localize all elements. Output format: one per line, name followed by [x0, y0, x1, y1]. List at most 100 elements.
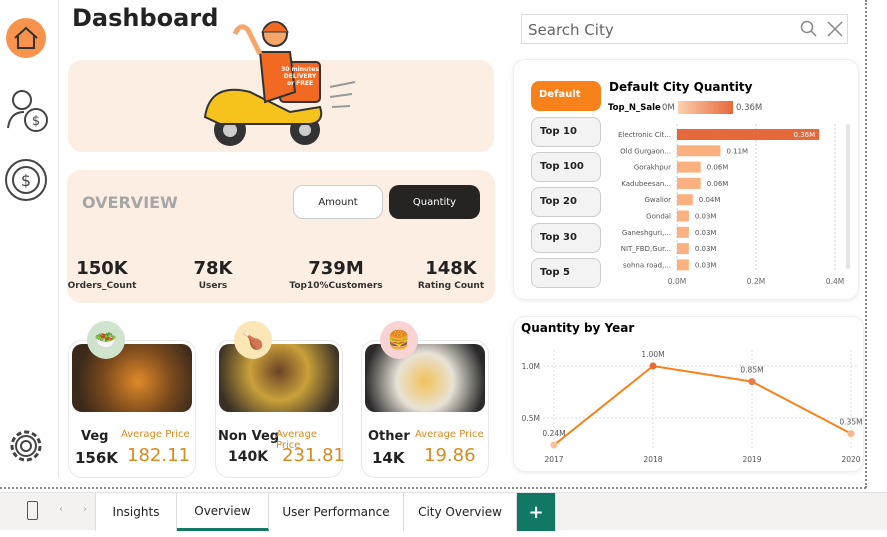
bar-data-label: 0.06M	[707, 180, 729, 188]
bar	[677, 194, 693, 206]
bar-data-label: 0.03M	[695, 261, 717, 269]
bar-category-label: NIT_FBD,Gur...	[621, 245, 671, 253]
bar-data-label: 0.36M	[794, 131, 816, 139]
search-placeholder: Search City	[528, 21, 614, 39]
bar-category-label: Electronic Cit...	[618, 131, 671, 139]
bar-data-label: 0.11M	[726, 147, 748, 155]
amount-button[interactable]: Amount	[293, 185, 383, 219]
bar	[677, 161, 701, 173]
search-icon[interactable]	[800, 20, 818, 42]
salad-icon: 🥗	[87, 321, 125, 359]
bar-chart-scrollbar[interactable]	[846, 124, 850, 269]
veg-card: 🥗 Veg 156K Average Price 182.11	[68, 321, 196, 478]
x-tick-label: 0.4M	[826, 277, 844, 286]
x-tick-label: 0.2M	[747, 277, 765, 286]
other-card: 🍔 Other 14K Average Price 19.86	[361, 321, 489, 478]
dollar-circle-icon[interactable]: $	[4, 158, 48, 206]
svg-text:$: $	[32, 114, 40, 129]
tab-city-overview[interactable]: City Overview	[404, 493, 517, 531]
data-label: 0.85M	[740, 366, 763, 375]
top-10-button[interactable]: Top 10	[531, 117, 601, 147]
veg-name: Veg	[81, 429, 109, 444]
bar	[677, 145, 721, 157]
y-tick-label: 1.0M	[522, 362, 540, 371]
other-food-image	[365, 344, 485, 412]
data-point	[550, 441, 558, 449]
top-100-button[interactable]: Top 100	[531, 152, 601, 182]
bar-data-label: 0.03M	[695, 213, 717, 221]
overview-panel: OVERVIEW Amount Quantity 150K Orders_Coun…	[67, 170, 495, 303]
kpi-orders-count: 150K Orders_Count	[67, 258, 137, 291]
non-veg-count: 140K	[228, 449, 269, 465]
non-veg-card: 🍗 Non Veg 140K Average Price 231.81	[215, 321, 345, 478]
add-page-button[interactable]: +	[517, 493, 556, 531]
delivery-box-sign: 30 minutes DELIVERY or FREE	[281, 66, 319, 87]
user-dollar-icon[interactable]: $	[6, 88, 50, 138]
bar	[677, 226, 689, 238]
top-30-button[interactable]: Top 30	[531, 223, 601, 253]
bar-chart-title: Default City Quantity	[609, 80, 753, 94]
top-default-button[interactable]: Default	[531, 81, 601, 111]
legend-min: 0M	[662, 103, 675, 113]
quantity-button[interactable]: Quantity	[389, 185, 480, 219]
clear-icon[interactable]	[826, 20, 844, 42]
other-name: Other	[368, 429, 410, 444]
bar-data-label: 0.03M	[695, 229, 717, 237]
data-point	[847, 430, 855, 438]
search-city-input[interactable]: Search City	[521, 14, 848, 44]
veg-avg-label: Average Price	[121, 429, 190, 440]
data-point	[748, 378, 756, 386]
kpi-rating-count: 148K Rating Count	[417, 258, 485, 291]
delivery-scooter-illustration	[203, 21, 356, 146]
overview-label: OVERVIEW	[82, 193, 178, 212]
tab-scroll-right-icon[interactable]: ›	[83, 504, 87, 515]
tab-overview[interactable]: Overview	[177, 493, 269, 531]
data-label: 0.35M	[839, 418, 862, 427]
bar-category-label: Kadubeesan...	[621, 180, 671, 188]
bar-category-label: Old Gurgaon...	[620, 147, 671, 155]
other-avg-label: Average Price	[415, 429, 484, 440]
page-tab-bar: ‹ › Insights Overview User Performance C…	[0, 492, 887, 531]
x-tick-label: 2019	[742, 455, 761, 464]
quantity-by-year-line-chart: Quantity by Year 2017 2018 2019 2020 0.5M 1.0…	[521, 321, 863, 464]
top-5-button[interactable]: Top 5	[531, 258, 601, 288]
sidebar: $ $	[0, 0, 59, 478]
bar-category-label: Gorakhpur	[634, 164, 671, 172]
tab-user-performance[interactable]: User Performance	[269, 493, 404, 531]
non-veg-food-image	[219, 344, 339, 412]
non-veg-avg-price: 231.81	[282, 445, 345, 466]
city-quantity-bar-chart: Default City Quantity Top_N_Sale 0M 0.36…	[608, 80, 850, 286]
bar	[677, 210, 689, 222]
tab-scroll-left-icon[interactable]: ‹	[59, 504, 63, 515]
x-tick-label: 0.0M	[668, 277, 686, 286]
tab-insights[interactable]: Insights	[95, 493, 177, 531]
mobile-layout-icon[interactable]	[27, 501, 38, 520]
burger-fries-icon: 🍔	[380, 321, 418, 359]
series-line	[553, 364, 852, 446]
line-chart-title: Quantity by Year	[521, 321, 634, 335]
svg-text:$: $	[21, 171, 31, 190]
kpi-users: 78K Users	[193, 258, 233, 291]
bar	[677, 243, 689, 255]
kpi-top10-customers: 739M Top10%Customers	[289, 258, 383, 291]
bar-data-label: 0.06M	[707, 164, 729, 172]
chicken-bowl-icon: 🍗	[234, 321, 272, 359]
data-point	[649, 362, 657, 370]
other-count: 14K	[372, 449, 405, 467]
non-veg-name: Non Veg	[218, 429, 280, 444]
y-tick-label: 0.5M	[522, 414, 540, 423]
legend-max: 0.36M	[736, 103, 762, 113]
home-icon[interactable]	[6, 18, 46, 58]
bar	[677, 259, 689, 271]
canvas-border-right	[865, 0, 867, 488]
veg-avg-price: 182.11	[127, 445, 190, 466]
bar-data-label: 0.03M	[695, 245, 717, 253]
data-label: 1.00M	[641, 350, 664, 359]
bar-category-label: Gondal	[646, 213, 671, 221]
gear-icon[interactable]	[6, 426, 46, 470]
other-avg-price: 19.86	[424, 445, 476, 466]
top-20-button[interactable]: Top 20	[531, 187, 601, 217]
legend-gradient	[678, 101, 733, 114]
bar-data-label: 0.04M	[699, 196, 721, 204]
legend-label: Top_N_Sale	[608, 103, 661, 113]
